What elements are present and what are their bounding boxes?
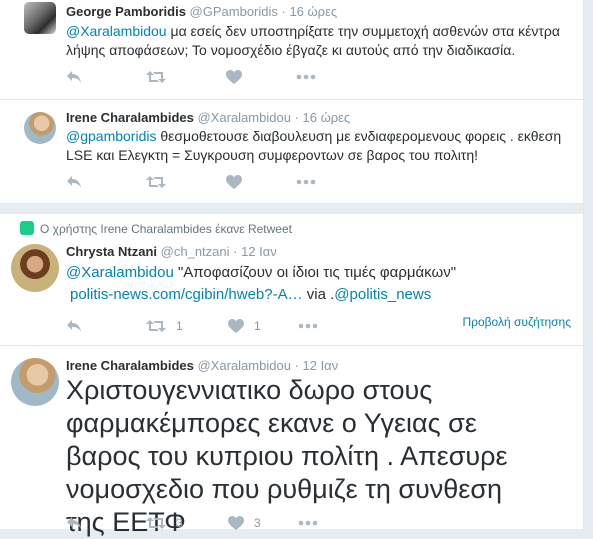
separator: ·: [290, 358, 303, 373]
view-conversation-link[interactable]: Προβολή συζήτησης: [462, 315, 571, 329]
tweet-header: George Pamboridis @GPamboridis · 16 ώρες: [66, 4, 337, 19]
author-handle[interactable]: @Xaralambidou: [198, 358, 291, 373]
tweet-actions: 1 1: [66, 317, 318, 335]
like-heart-icon: [226, 175, 242, 189]
retweet-icon: [146, 71, 166, 83]
timestamp[interactable]: 16 ώρες: [289, 4, 337, 19]
avatar[interactable]: [24, 2, 56, 34]
author-name[interactable]: Irene Charalambides: [66, 110, 194, 125]
timestamp[interactable]: 16 ώρες: [303, 110, 351, 125]
more-icon: [298, 323, 318, 329]
retweet-context-text: Ο χρήστης Irene Charalambides έκανε Retw…: [40, 222, 292, 236]
separator: ·: [229, 244, 242, 259]
tweet-actions: 3 3: [66, 514, 318, 532]
tweet-3-retweet[interactable]: Ο χρήστης Irene Charalambides έκανε Retw…: [0, 214, 583, 346]
retweet-context-icon: [20, 221, 34, 235]
author-name[interactable]: George Pamboridis: [66, 4, 186, 19]
author-name[interactable]: Chrysta Ntzani: [66, 244, 157, 259]
conversation-gap: [0, 204, 583, 214]
like-button[interactable]: [226, 175, 296, 189]
tweet-text: @Xaralambidou "Αποφασίζουν οι ίδιοι τις …: [66, 262, 573, 306]
tweet-header: Irene Charalambides @Xaralambidou · 12 Ι…: [66, 358, 338, 373]
retweet-button[interactable]: [146, 70, 226, 84]
tweet-header: Chrysta Ntzani @ch_ntzani · 12 Ιαν: [66, 244, 277, 259]
retweet-button[interactable]: 3: [146, 516, 228, 530]
like-count: 1: [254, 319, 261, 333]
like-button[interactable]: [226, 70, 296, 84]
tweet-1[interactable]: George Pamboridis @GPamboridis · 16 ώρες…: [0, 0, 583, 100]
separator: ·: [277, 4, 290, 19]
mention-link[interactable]: @Xaralambidou: [66, 23, 167, 39]
more-button[interactable]: [296, 179, 316, 185]
like-button[interactable]: 3: [228, 516, 298, 530]
reply-button[interactable]: [66, 175, 146, 189]
author-handle[interactable]: @GPamboridis: [190, 4, 278, 19]
retweet-icon: [146, 176, 166, 188]
more-button[interactable]: [298, 520, 318, 526]
reply-button[interactable]: [66, 319, 146, 333]
more-icon: [296, 179, 316, 185]
reply-icon: [67, 517, 81, 529]
author-handle[interactable]: @Xaralambidou: [198, 110, 291, 125]
tweet-text: @Xaralambidou μα εσείς δεν υποστηρίξατε …: [66, 22, 573, 60]
retweet-icon: [146, 517, 166, 529]
tweet-text-content: "Αποφασίζουν οι ίδιοι τις τιμές φαρμάκων…: [173, 264, 457, 281]
retweet-count: 3: [176, 516, 183, 530]
mention-link[interactable]: @Xaralambidou: [66, 264, 174, 281]
reply-icon: [67, 176, 81, 188]
retweet-count: 1: [176, 319, 183, 333]
more-button[interactable]: [298, 323, 318, 329]
tweet-actions: [66, 173, 316, 191]
via-mention-link[interactable]: @politis_news: [334, 286, 431, 303]
reply-button[interactable]: [66, 70, 146, 84]
more-icon: [296, 74, 316, 80]
tweet-text: @gpamboridis θεσμοθετουσε διαβουλευση με…: [66, 127, 573, 165]
like-count: 3: [254, 516, 261, 530]
avatar[interactable]: [11, 244, 59, 292]
tweet-url-link[interactable]: politis-news.com/cgibin/hweb?-A…: [70, 286, 303, 303]
retweet-context: Ο χρήστης Irene Charalambides έκανε Retw…: [20, 221, 292, 236]
reply-icon: [67, 320, 81, 332]
like-heart-icon: [226, 70, 242, 84]
tweet-header: Irene Charalambides @Xaralambidou · 16 ώ…: [66, 110, 350, 125]
retweet-button[interactable]: 1: [146, 319, 228, 333]
tweet-2[interactable]: Irene Charalambides @Xaralambidou · 16 ώ…: [0, 100, 583, 204]
avatar[interactable]: [24, 112, 56, 144]
separator: ·: [290, 110, 303, 125]
tweet-actions: [66, 68, 316, 86]
retweet-button[interactable]: [146, 175, 226, 189]
reply-icon: [67, 71, 81, 83]
tweet-4[interactable]: Irene Charalambides @Xaralambidou · 12 Ι…: [0, 346, 583, 537]
author-handle[interactable]: @ch_ntzani: [161, 244, 230, 259]
avatar[interactable]: [11, 358, 59, 406]
like-heart-icon: [228, 319, 244, 333]
like-heart-icon: [228, 516, 244, 530]
like-button[interactable]: 1: [228, 319, 298, 333]
timestamp[interactable]: 12 Ιαν: [241, 244, 277, 259]
timestamp[interactable]: 12 Ιαν: [303, 358, 339, 373]
mention-link[interactable]: @gpamboridis: [66, 128, 156, 144]
retweet-icon: [146, 320, 166, 332]
author-name[interactable]: Irene Charalambides: [66, 358, 194, 373]
more-button[interactable]: [296, 74, 316, 80]
reply-button[interactable]: [66, 516, 146, 530]
timeline: George Pamboridis @GPamboridis · 16 ώρες…: [0, 0, 584, 537]
more-icon: [298, 520, 318, 526]
via-text: via .: [302, 286, 335, 303]
